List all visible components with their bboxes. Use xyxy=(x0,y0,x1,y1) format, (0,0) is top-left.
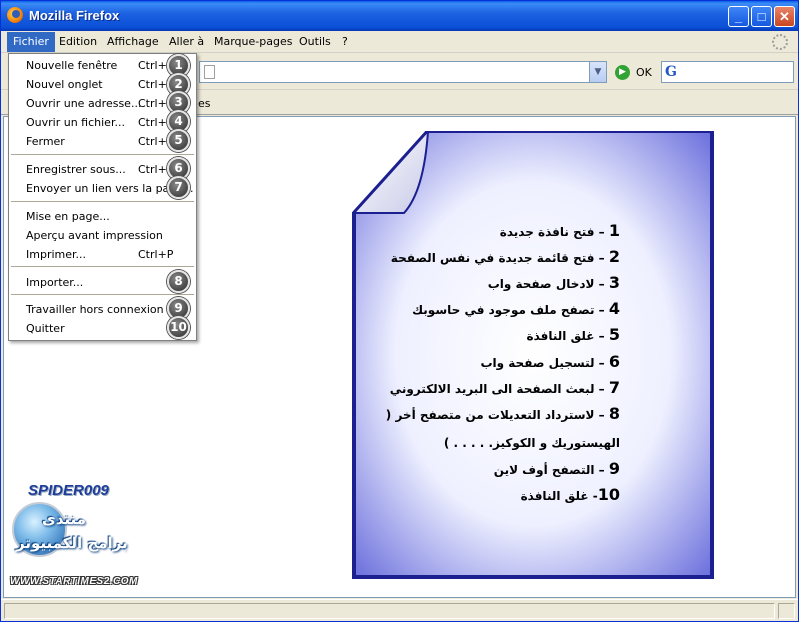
window-title: Mozilla Firefox xyxy=(29,8,120,23)
menu-bar: Fichier Edition Affichage Aller à Marque… xyxy=(1,32,798,53)
page-icon xyxy=(204,65,215,79)
menu-item-open-location[interactable]: Ouvrir une adresse... xyxy=(26,97,141,110)
menu-separator xyxy=(11,154,194,155)
doc-line-5: 5 – غلق النافذة xyxy=(526,325,621,344)
logo-title: SPIDER009 xyxy=(28,482,109,499)
menu-item-new-tab[interactable]: Nouvel onglet xyxy=(26,78,103,91)
menu-help[interactable]: ? xyxy=(342,35,348,48)
close-button[interactable]: ✕ xyxy=(774,6,795,27)
logo-url: WWW.STARTIMES2.COM xyxy=(10,576,138,587)
badge-5: 5 xyxy=(167,129,190,152)
doc-line-3: 3 – لادخال صفحة واب xyxy=(487,273,620,292)
go-button[interactable]: OK xyxy=(636,66,652,79)
minimize-button[interactable]: _ xyxy=(728,6,749,27)
document-illustration: 1 – فتح نافذة جديدة 2 – فتح قائمة جديدة … xyxy=(352,131,716,581)
badge-7: 7 xyxy=(167,176,190,199)
doc-line-8-continued: الهيستوريك و الكوكيز. . . . . ) xyxy=(443,436,620,450)
address-bar[interactable]: ▼ xyxy=(199,61,607,83)
menu-affichage[interactable]: Affichage xyxy=(107,35,159,48)
menu-item-work-offline[interactable]: Travailler hors connexion xyxy=(26,303,164,316)
search-bar[interactable]: G xyxy=(661,61,794,83)
menu-item-new-window[interactable]: Nouvelle fenêtre xyxy=(26,59,117,72)
menu-item-open-file[interactable]: Ouvrir un fichier... xyxy=(26,116,125,129)
logo-arabic-bottom: برامج الكمبيوتر xyxy=(16,534,128,552)
status-bar xyxy=(1,599,798,621)
doc-line-8: 8 – لاسترداد التعديلات من متصفح أخر ( xyxy=(385,404,620,423)
site-logo: SPIDER009 منتدى برامج الكمبيوتر WWW.STAR… xyxy=(8,482,158,597)
status-text-pane xyxy=(4,603,775,619)
doc-line-9: 9 – التصفح أوف لاين xyxy=(493,459,620,478)
title-bar[interactable]: Mozilla Firefox _ □ ✕ xyxy=(1,1,798,31)
bookmarks-toolbar-item[interactable]: es xyxy=(198,97,211,110)
menu-outils[interactable]: Outils xyxy=(299,35,331,48)
shortcut-print: Ctrl+P xyxy=(138,248,174,261)
menu-item-close[interactable]: Fermer xyxy=(26,135,65,148)
menu-separator xyxy=(11,266,194,267)
menu-aller-a[interactable]: Aller à xyxy=(169,35,204,48)
google-search-icon[interactable]: G xyxy=(665,64,681,80)
menu-separator xyxy=(11,294,194,295)
address-dropdown-button[interactable]: ▼ xyxy=(589,62,606,82)
throbber-icon xyxy=(772,34,788,50)
logo-arabic-top: منتدى xyxy=(42,510,86,528)
menu-item-page-setup[interactable]: Mise en page... xyxy=(26,210,110,223)
menu-item-print[interactable]: Imprimer... xyxy=(26,248,86,261)
resize-grip[interactable] xyxy=(778,603,795,619)
go-icon[interactable]: ▶ xyxy=(615,65,630,80)
menu-fichier[interactable]: Fichier xyxy=(7,32,55,52)
doc-line-4: 4 – تصفح ملف موجود في حاسوبك xyxy=(412,299,620,318)
doc-line-1: 1 – فتح نافذة جديدة xyxy=(499,221,620,240)
badge-10: 10 xyxy=(167,316,190,339)
menu-item-import[interactable]: Importer... xyxy=(26,276,83,289)
badge-8: 8 xyxy=(167,270,190,293)
doc-line-2: 2 – فتح قائمة جديدة في نفس الصفحة xyxy=(390,247,620,266)
firefox-icon xyxy=(7,7,23,23)
menu-item-print-preview[interactable]: Aperçu avant impression xyxy=(26,229,163,242)
browser-window: Mozilla Firefox _ □ ✕ Fichier Edition Af… xyxy=(0,0,799,622)
doc-line-6: 6 – لتسجيل صفحة واب xyxy=(480,352,620,371)
menu-item-save-as[interactable]: Enregistrer sous... xyxy=(26,163,126,176)
menu-item-quit[interactable]: Quitter xyxy=(26,322,65,335)
menu-marque-pages[interactable]: Marque-pages xyxy=(214,35,292,48)
doc-line-7: 7 – لبعث الصفحة الى البريد الالكتروني xyxy=(389,378,620,397)
menu-separator xyxy=(11,201,194,202)
menu-edition[interactable]: Edition xyxy=(59,35,97,48)
maximize-button[interactable]: □ xyxy=(751,6,772,27)
file-menu-dropdown: Nouvelle fenêtre Ctrl+N 1 Nouvel onglet … xyxy=(8,53,197,341)
doc-line-10: 10- غلق النافذة xyxy=(520,485,620,504)
